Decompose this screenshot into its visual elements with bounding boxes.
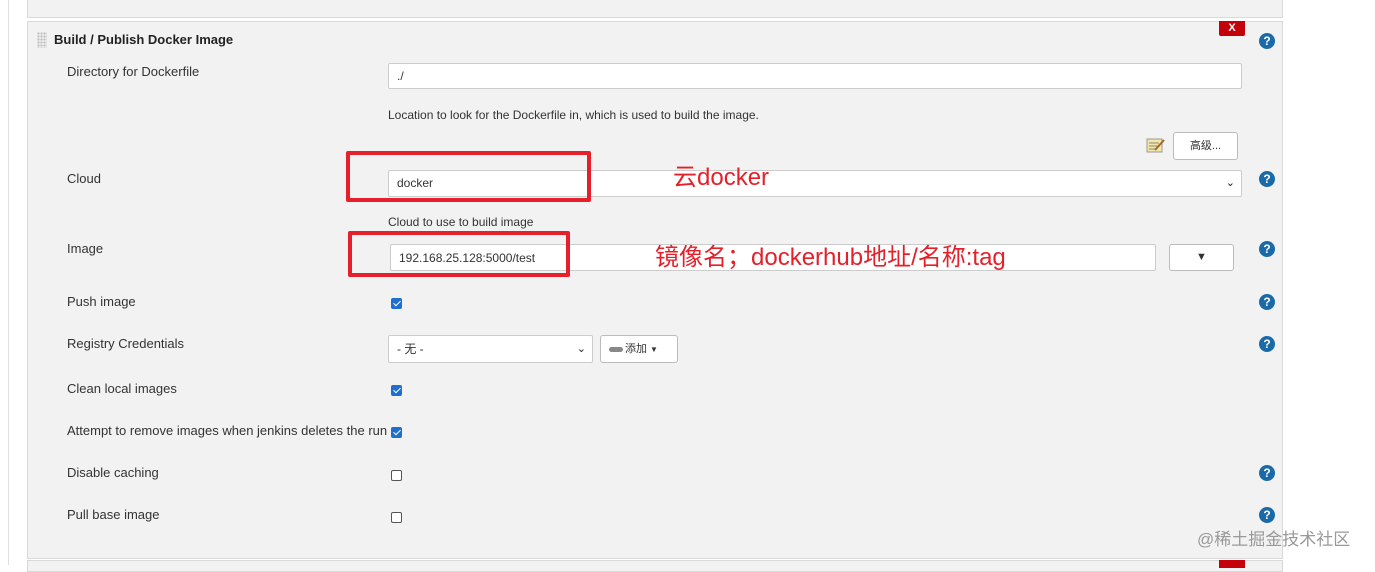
step-help-icon[interactable]: ? <box>1259 33 1275 49</box>
cloud-help-icon[interactable]: ? <box>1259 171 1275 187</box>
attempt-remove-checkbox[interactable] <box>391 427 402 438</box>
image-help-icon[interactable]: ? <box>1259 241 1275 257</box>
image-highlight-box <box>348 231 570 277</box>
next-step-delete-button[interactable] <box>1219 560 1245 568</box>
step-title: Build / Publish Docker Image <box>54 32 234 47</box>
watermark: @稀土掘金技术社区 <box>1197 530 1351 549</box>
pull-base-image-label: Pull base image <box>67 507 160 522</box>
cloud-label: Cloud <box>67 171 101 186</box>
notepad-icon[interactable] <box>1146 137 1166 153</box>
disable-caching-help-icon[interactable]: ? <box>1259 465 1275 481</box>
chevron-down-icon: ⌄ <box>576 343 586 355</box>
drag-handle-icon[interactable] <box>37 32 47 48</box>
cloud-description: Cloud to use to build image <box>388 215 534 229</box>
add-credentials-label: 添加 <box>625 343 647 355</box>
dockerfile-dir-description: Location to look for the Dockerfile in, … <box>388 108 759 122</box>
push-image-checkbox[interactable] <box>391 298 402 309</box>
image-dropdown-button[interactable]: ▼ <box>1169 244 1234 271</box>
disable-caching-label: Disable caching <box>67 465 159 480</box>
registry-credentials-selected-value: - 无 - <box>397 342 424 356</box>
next-step-block <box>27 560 1283 572</box>
image-annotation: 镜像名；dockerhub地址/名称:tag <box>655 244 1006 271</box>
push-image-label: Push image <box>67 294 136 309</box>
registry-credentials-help-icon[interactable]: ? <box>1259 336 1275 352</box>
pull-base-image-help-icon[interactable]: ? <box>1259 507 1275 523</box>
chevron-down-icon: ⌄ <box>1225 177 1235 189</box>
page-left-border <box>0 0 9 565</box>
caret-down-icon: ▼ <box>650 345 658 354</box>
image-label: Image <box>67 241 104 256</box>
build-publish-docker-step <box>27 21 1283 559</box>
previous-step-block <box>27 0 1283 18</box>
registry-credentials-select[interactable]: - 无 - ⌄ <box>388 335 593 363</box>
advanced-button[interactable]: 高级... <box>1173 132 1238 160</box>
add-credentials-button[interactable]: 添加 ▼ <box>600 335 678 363</box>
clean-local-images-label: Clean local images <box>67 381 177 396</box>
registry-credentials-label: Registry Credentials <box>67 336 185 351</box>
dockerfile-dir-input[interactable] <box>388 63 1242 89</box>
delete-step-button[interactable]: X <box>1219 21 1245 36</box>
cloud-highlight-box <box>346 151 591 202</box>
clean-local-images-checkbox[interactable] <box>391 385 402 396</box>
dockerfile-dir-label: Directory for Dockerfile <box>67 64 200 79</box>
push-image-help-icon[interactable]: ? <box>1259 294 1275 310</box>
pull-base-image-checkbox[interactable] <box>391 512 402 523</box>
disable-caching-checkbox[interactable] <box>391 470 402 481</box>
attempt-remove-label: Attempt to remove images when jenkins de… <box>67 423 388 438</box>
cloud-annotation: 云docker <box>673 164 770 191</box>
key-icon <box>609 346 623 352</box>
